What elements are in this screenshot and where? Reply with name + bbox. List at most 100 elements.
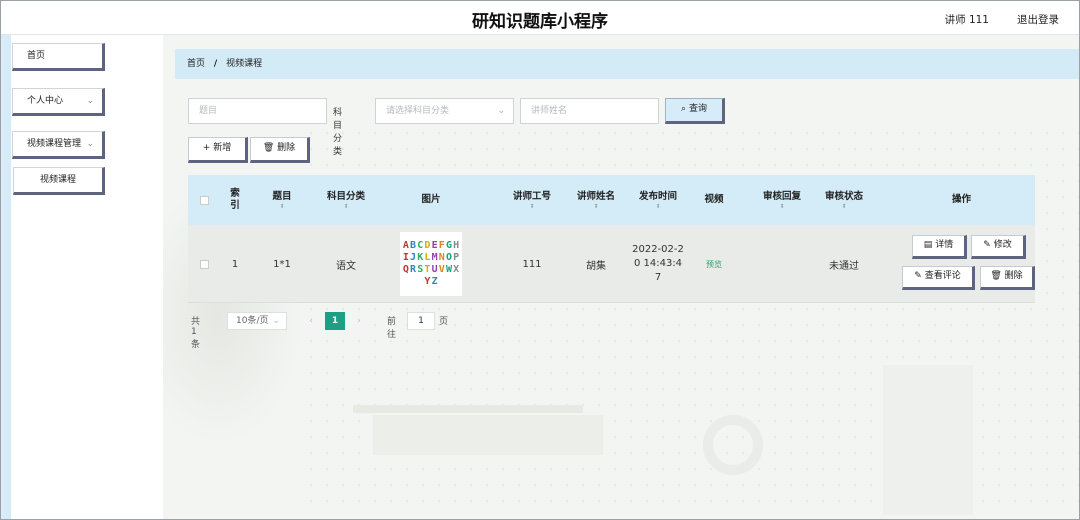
- alphabet-letter: G: [445, 240, 452, 251]
- document-icon: ▤: [923, 240, 933, 250]
- view-comments-button[interactable]: ✎ 查看评论: [902, 266, 975, 290]
- add-button[interactable]: + 新增: [188, 137, 248, 163]
- top-header: 研知识题库小程序 讲师 111 退出登录: [1, 1, 1079, 35]
- column-header-index[interactable]: 索引: [224, 175, 246, 225]
- main-content: 首页 / 视频课程 题目 科目分类 请选择科目分类 ⌄ 讲师姓名 ⌕ 查询 + …: [163, 35, 1079, 519]
- search-icon: ⌕: [681, 104, 687, 114]
- row-checkbox[interactable]: [196, 225, 212, 303]
- column-header-video[interactable]: 视频: [694, 175, 734, 225]
- add-button-label: 新增: [213, 143, 232, 153]
- sidebar-subitem-label: 视频课程: [39, 175, 76, 185]
- alphabet-letter: T: [424, 264, 431, 275]
- sort-icon[interactable]: ⬍: [593, 203, 598, 210]
- detail-button[interactable]: ▤ 详情: [912, 235, 967, 259]
- current-page-button[interactable]: 1: [325, 312, 345, 330]
- background-shelf-decoration: [353, 405, 583, 413]
- alphabet-thumbnail-image[interactable]: ABCDEFGH IJKLMNOP QRSTUVWX YZ: [400, 232, 462, 296]
- column-header-title[interactable]: 题目 ⬍: [262, 175, 302, 225]
- sidebar-item-home[interactable]: 首页: [12, 43, 105, 71]
- row-delete-button[interactable]: 🗑 删除: [980, 266, 1035, 290]
- query-button[interactable]: ⌕ 查询: [665, 98, 725, 124]
- page-size-value: 10条/页: [236, 316, 269, 326]
- logout-link[interactable]: 退出登录: [1017, 12, 1059, 27]
- breadcrumb-separator: /: [213, 59, 218, 69]
- column-header-teacher-name[interactable]: 讲师姓名 ⬍: [568, 175, 624, 225]
- category-select[interactable]: 请选择科目分类 ⌄: [375, 98, 514, 124]
- header-label: 操作: [951, 194, 971, 205]
- app-window: 研知识题库小程序 讲师 111 退出登录 首页 个人中心 ⌄ 视频课程管理 ⌄ …: [0, 0, 1080, 520]
- alphabet-letter: O: [445, 252, 452, 263]
- prev-page-button[interactable]: ‹: [303, 312, 319, 330]
- background-cylinder-decoration: [883, 365, 973, 515]
- breadcrumb-home[interactable]: 首页: [187, 59, 205, 69]
- alphabet-letter: H: [453, 240, 460, 251]
- batch-delete-button[interactable]: 🗑 删除: [250, 137, 310, 163]
- column-header-category[interactable]: 科目分类 ⬍: [318, 175, 374, 225]
- cell-review-reply: [754, 225, 810, 303]
- cell-category: 语文: [336, 260, 356, 272]
- title-search-input[interactable]: 题目: [188, 98, 327, 124]
- view-comments-button-label: 查看评论: [924, 271, 961, 281]
- sort-icon[interactable]: ⬍: [779, 203, 784, 210]
- alphabet-letter: N: [438, 252, 445, 263]
- detail-button-label: 详情: [935, 240, 954, 250]
- breadcrumb: 首页 / 视频课程: [175, 49, 1079, 79]
- next-page-button[interactable]: ›: [351, 312, 367, 330]
- alphabet-letter: E: [431, 240, 438, 251]
- sort-icon[interactable]: ⬍: [343, 203, 348, 210]
- page-suffix: 页: [439, 317, 449, 327]
- header-label: 讲师工号: [512, 190, 551, 202]
- sidebar-subitem-video-course[interactable]: 视频课程: [13, 167, 105, 195]
- page-size-select[interactable]: 10条/页 ⌄: [227, 312, 287, 330]
- sidebar-item-personal-center[interactable]: 个人中心 ⌄: [12, 88, 105, 116]
- edit-button[interactable]: ✎ 修改: [971, 235, 1026, 259]
- sidebar-item-video-course-management[interactable]: 视频课程管理 ⌄: [12, 131, 105, 159]
- column-header-image: 图片: [406, 175, 456, 225]
- video-preview-link[interactable]: 预览: [706, 259, 722, 270]
- alphabet-letter: Q: [402, 264, 409, 275]
- alphabet-letter: J: [410, 252, 417, 263]
- row-delete-button-label: 删除: [1004, 271, 1023, 281]
- delete-button-label: 删除: [277, 143, 296, 153]
- cell-image[interactable]: ABCDEFGH IJKLMNOP QRSTUVWX YZ: [400, 225, 462, 303]
- column-header-teacher-id[interactable]: 讲师工号 ⬍: [504, 175, 560, 225]
- sort-icon[interactable]: ⬍: [279, 203, 284, 210]
- column-header-publish-time[interactable]: 发布时间 ⬍: [630, 175, 686, 225]
- alphabet-letter: V: [438, 264, 445, 275]
- trash-icon: 🗑: [262, 143, 275, 153]
- sidebar-item-label: 视频课程管理: [27, 139, 82, 149]
- sidebar: 首页 个人中心 ⌄ 视频课程管理 ⌄ 视频课程: [11, 35, 163, 519]
- sort-icon[interactable]: ⬍: [529, 203, 534, 210]
- cell-index: 1: [231, 258, 239, 270]
- column-header-review-status[interactable]: 审核状态 ⬍: [816, 175, 872, 225]
- current-user: 讲师 111: [944, 14, 989, 26]
- cell-review-status: 未通过: [829, 260, 859, 272]
- alphabet-letter: Z: [431, 276, 438, 287]
- background-ring-decoration: [703, 415, 763, 475]
- goto-label: 前往: [387, 317, 397, 340]
- query-button-label: 查询: [688, 104, 707, 114]
- alphabet-letter: D: [424, 240, 431, 251]
- trash-icon: 🗑: [990, 271, 1002, 281]
- chevron-down-icon: ⌄: [272, 316, 280, 326]
- column-header-review-reply[interactable]: 审核回复 ⬍: [754, 175, 810, 225]
- alphabet-letter: X: [453, 264, 460, 275]
- total-count: 共 1 条: [191, 317, 201, 350]
- select-all-checkbox[interactable]: [196, 175, 212, 225]
- header-label: 视频: [704, 194, 724, 205]
- alphabet-letter: M: [431, 252, 438, 263]
- chevron-down-icon: ⌄: [86, 96, 94, 106]
- alphabet-letter: S: [417, 264, 424, 275]
- sort-icon[interactable]: ⬍: [841, 203, 846, 210]
- goto-page-input[interactable]: 1: [407, 312, 435, 330]
- teacher-name-input[interactable]: 讲师姓名: [520, 98, 659, 124]
- sort-icon[interactable]: ⬍: [655, 203, 660, 210]
- app-title: 研知识题库小程序: [472, 12, 608, 32]
- alphabet-letter: L: [424, 252, 431, 263]
- header-label: 讲师姓名: [576, 190, 615, 202]
- chevron-down-icon: ⌄: [86, 139, 94, 149]
- alphabet-letter: B: [410, 240, 417, 251]
- header-label: 审核回复: [762, 190, 801, 202]
- header-label: 发布时间: [638, 190, 677, 202]
- alphabet-letter: F: [438, 240, 445, 251]
